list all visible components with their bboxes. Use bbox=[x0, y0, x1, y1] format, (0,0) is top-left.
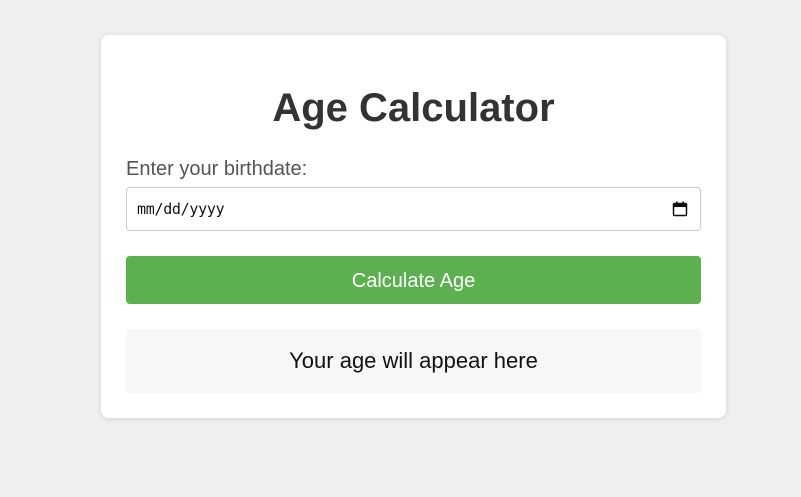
calculate-age-button[interactable]: Calculate Age bbox=[126, 256, 701, 304]
result-display: Your age will appear here bbox=[126, 329, 701, 393]
age-calculator-card: Age Calculator Enter your birthdate: mm/… bbox=[101, 35, 726, 418]
birthdate-placeholder: mm/dd/yyyy bbox=[137, 200, 225, 218]
birthdate-input[interactable]: mm/dd/yyyy bbox=[126, 187, 701, 231]
calendar-icon[interactable] bbox=[672, 201, 688, 217]
page-title: Age Calculator bbox=[272, 86, 555, 130]
birthdate-label: Enter your birthdate: bbox=[126, 158, 308, 180]
